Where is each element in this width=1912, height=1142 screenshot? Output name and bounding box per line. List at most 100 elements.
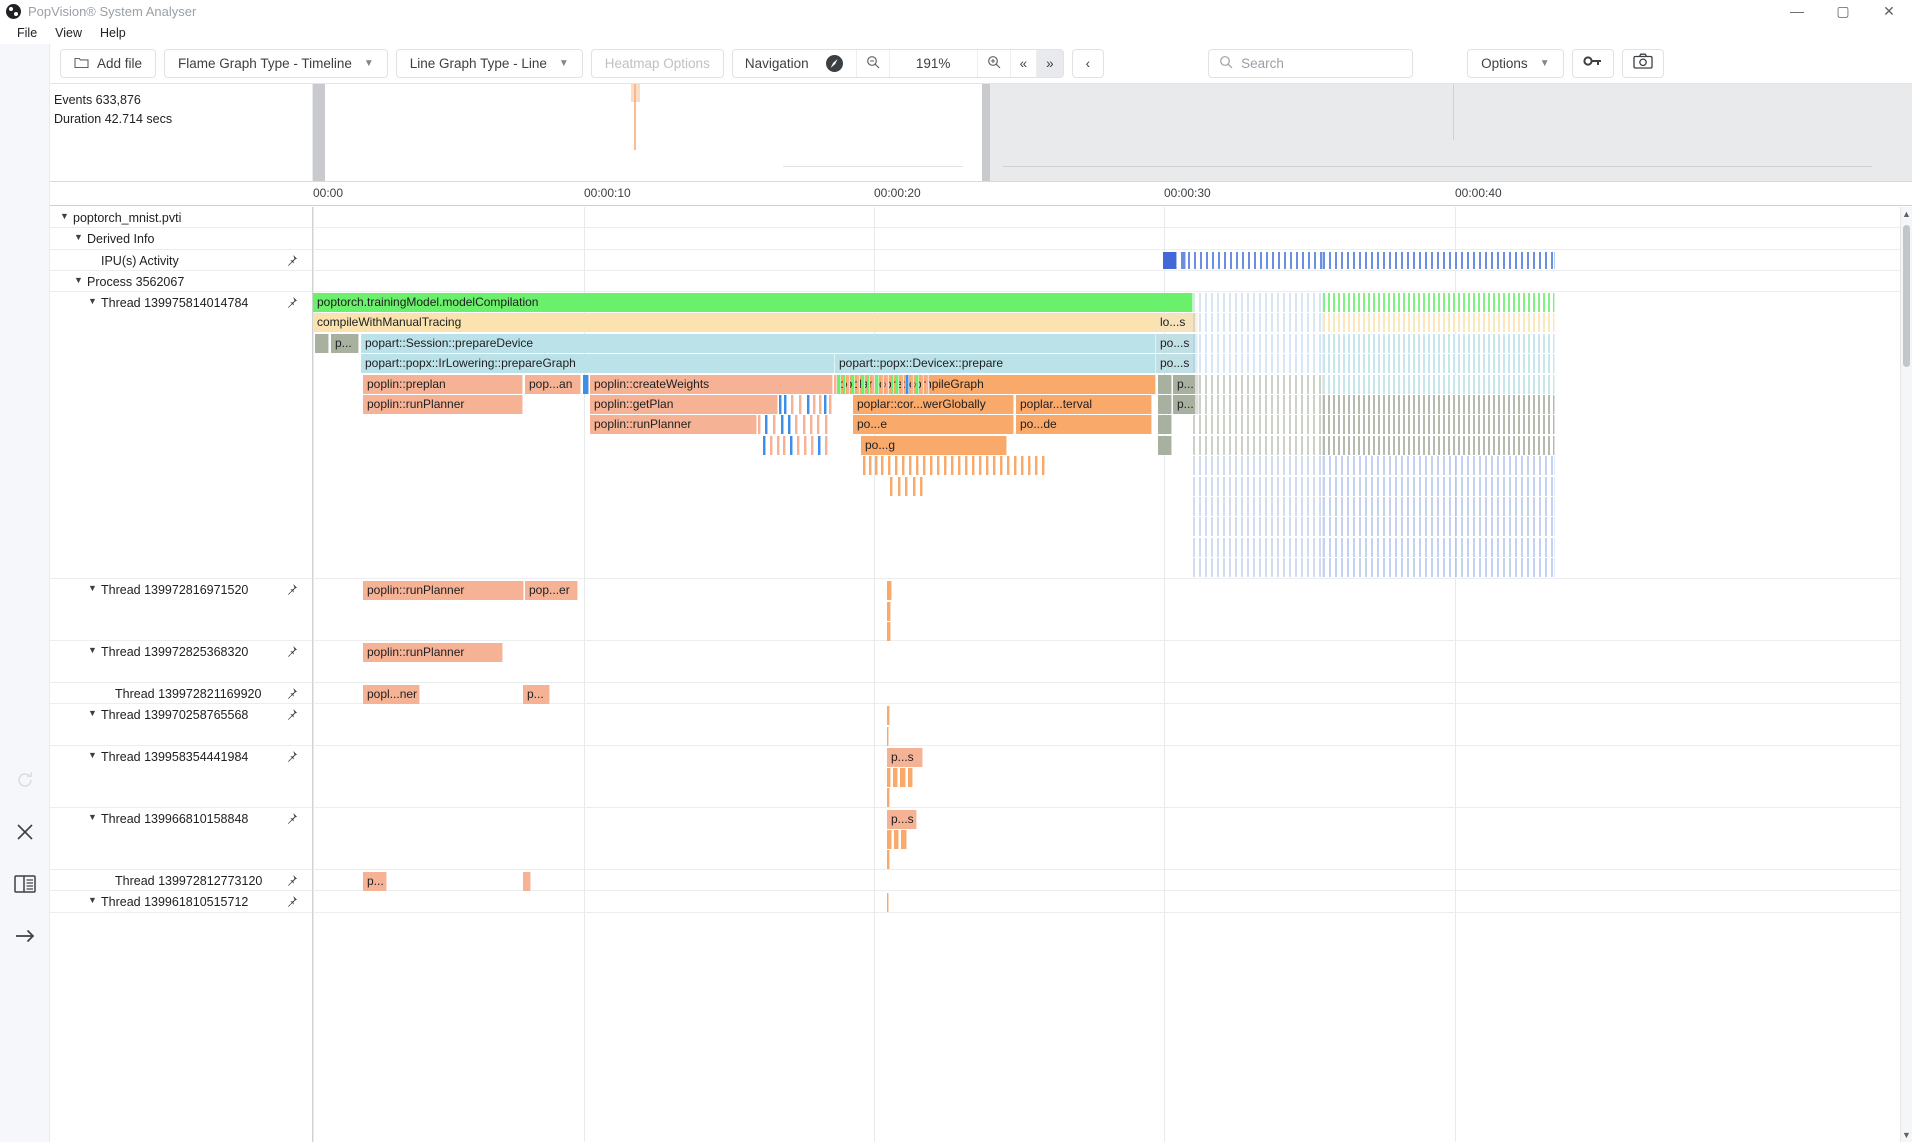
overview-selection-handle-right[interactable]	[982, 84, 990, 181]
pin-icon[interactable]	[285, 895, 298, 910]
flame-bar[interactable]: po...de	[1016, 415, 1152, 434]
flame-bar-blank[interactable]	[1323, 293, 1555, 312]
twisty-expanded-icon[interactable]: ▼	[74, 275, 87, 285]
flame-bar-blank[interactable]	[857, 375, 860, 394]
flame-bar[interactable]: poplin::runPlanner	[363, 395, 523, 414]
flame-bar-blank[interactable]	[1014, 456, 1017, 475]
pin-icon[interactable]	[285, 583, 298, 598]
flame-bar[interactable]: poplar...terval	[1016, 395, 1152, 414]
scroll-down-arrow[interactable]: ▼	[1901, 1128, 1912, 1142]
flame-bar-blank[interactable]	[894, 830, 899, 849]
flame-bar-thread-139958354441984[interactable]: p...s	[887, 748, 923, 767]
menu-help[interactable]: Help	[91, 24, 135, 42]
flame-bar-blank[interactable]	[913, 477, 916, 496]
twisty-expanded-icon[interactable]: ▼	[88, 895, 101, 905]
flame-bar-blank[interactable]	[783, 436, 786, 455]
ipu-activity-block[interactable]	[1188, 252, 1323, 269]
flame-bar-blank[interactable]	[930, 456, 933, 475]
flame-bar-thread-139972816971520[interactable]: pop...er	[525, 581, 578, 600]
tree-row[interactable]: ▼Thread 139958354441984	[50, 746, 312, 808]
flame-bar-thread-139972825368320[interactable]: poplin::runPlanner	[363, 643, 503, 662]
compass-button[interactable]	[817, 50, 857, 77]
flame-bar-blank[interactable]	[944, 456, 947, 475]
flame-bar-blank[interactable]	[986, 456, 989, 475]
twisty-expanded-icon[interactable]: ▼	[88, 708, 101, 718]
flame-bar-blank[interactable]	[1323, 375, 1555, 394]
flame-bar-thread-139972821169920[interactable]: p...	[523, 685, 550, 704]
panel-layout-icon[interactable]	[0, 858, 50, 910]
flame-bar-blank[interactable]	[891, 375, 894, 394]
menu-file[interactable]: File	[8, 24, 46, 42]
arrow-right-icon[interactable]	[0, 910, 50, 962]
flame-bar[interactable]: po...e	[853, 415, 1014, 434]
flame-bar[interactable]: po...g	[861, 436, 1007, 455]
flame-bar-blank[interactable]	[908, 768, 913, 787]
tree-row[interactable]: ▼Thread 139972825368320	[50, 641, 312, 683]
options-dropdown[interactable]: Options ▼	[1467, 49, 1563, 78]
flame-bar-blank[interactable]	[824, 395, 827, 414]
flame-bar-blank[interactable]	[825, 415, 828, 434]
flame-bar-blank[interactable]	[843, 375, 846, 394]
flame-bar-blank[interactable]	[852, 375, 855, 394]
flame-bar-blank[interactable]	[791, 395, 794, 414]
flame-bar-blank[interactable]	[1323, 517, 1555, 536]
flame-bar-blank[interactable]	[1193, 436, 1323, 455]
flame-bar-blank[interactable]	[1042, 456, 1045, 475]
overview-selection-handle-left[interactable]	[313, 84, 325, 181]
flame-bar-blank[interactable]	[901, 830, 907, 849]
flame-bar-blank[interactable]	[781, 415, 784, 434]
flame-bar[interactable]: compileWithManualTracing	[313, 313, 1193, 332]
flame-bar-blank[interactable]	[819, 395, 822, 414]
flame-bar-blank[interactable]	[1158, 415, 1172, 434]
menu-view[interactable]: View	[46, 24, 91, 42]
pin-icon[interactable]	[285, 708, 298, 723]
camera-button[interactable]	[1622, 49, 1664, 78]
pin-icon[interactable]	[285, 254, 298, 269]
twisty-expanded-icon[interactable]: ▼	[88, 812, 101, 822]
flame-bar-blank[interactable]	[1323, 354, 1555, 373]
flame-bar-thread-139966810158848[interactable]: p...s	[887, 810, 917, 829]
nav-prev-button[interactable]: «	[1011, 50, 1038, 77]
flame-bar-blank[interactable]	[909, 456, 912, 475]
tree-row[interactable]: ▼Thread 139961810515712	[50, 891, 312, 913]
flame-bar-blank[interactable]	[890, 477, 893, 496]
flame-bar[interactable]: poptorch.trainingModel.modelCompilation	[313, 293, 1193, 312]
flame-bar-blank[interactable]	[898, 477, 901, 496]
flame-bar-blank[interactable]	[1193, 375, 1323, 394]
tree-row[interactable]: ▼Thread 139972812773120	[50, 870, 312, 891]
flame-bar-blank[interactable]	[1028, 456, 1031, 475]
time-ruler[interactable]: 00:0000:00:1000:00:2000:00:3000:00:40	[50, 182, 1912, 206]
flame-bar-blank[interactable]	[886, 375, 889, 394]
flame-bar-blank[interactable]	[887, 830, 892, 849]
vertical-scroll-thumb[interactable]	[1903, 225, 1910, 367]
flame-bar[interactable]: lo...s	[1156, 313, 1198, 332]
tree-row[interactable]: ▼Thread 139972816971520	[50, 579, 312, 641]
flame-bar-blank[interactable]	[862, 375, 865, 394]
flame-graph-type-dropdown[interactable]: Flame Graph Type - Timeline ▼	[164, 49, 388, 78]
flame-bar-blank[interactable]	[810, 415, 813, 434]
flame-bar-blank[interactable]	[965, 456, 968, 475]
flame-bar-blank[interactable]	[926, 375, 929, 394]
flame-bar-blank[interactable]	[1193, 558, 1323, 577]
flame-bar[interactable]: poplin::getPlan	[590, 395, 778, 414]
flame-bar-blank[interactable]	[847, 375, 850, 394]
nav-next-button[interactable]: »	[1037, 50, 1063, 77]
flame-bar-blank[interactable]	[887, 893, 889, 912]
flame-bar-thread-139970258765568[interactable]	[887, 706, 890, 725]
tree-row[interactable]: ▼Thread 139975814014784	[50, 292, 312, 579]
ipu-activity-block[interactable]	[1181, 252, 1186, 269]
flame-bar-blank[interactable]	[916, 456, 919, 475]
flame-bar-blank[interactable]	[1193, 477, 1323, 496]
flame-bar-blank[interactable]	[895, 456, 898, 475]
zoom-in-button[interactable]	[978, 50, 1011, 77]
flame-bar-blank[interactable]	[887, 768, 891, 787]
flame-bar-blank[interactable]	[777, 436, 780, 455]
flame-bar-thread-139972821169920[interactable]: popl...ner	[363, 685, 420, 704]
flame-bar-blank[interactable]	[1193, 395, 1323, 414]
flame-bar-blank[interactable]	[797, 436, 800, 455]
twisty-expanded-icon[interactable]: ▼	[60, 211, 73, 221]
pin-icon[interactable]	[285, 750, 298, 765]
flame-bar-blank[interactable]	[804, 436, 807, 455]
close-button[interactable]: ✕	[1866, 0, 1912, 22]
flame-bar[interactable]: p...	[331, 334, 359, 353]
